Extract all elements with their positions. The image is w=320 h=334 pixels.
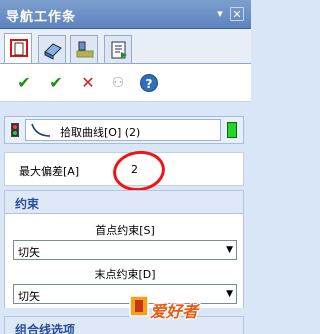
tab-tools[interactable]: [70, 35, 98, 63]
pin-button[interactable]: ▾: [213, 7, 227, 21]
end-constraint-value: 切矢: [18, 290, 40, 303]
cancel-x-icon[interactable]: ✕: [78, 73, 98, 93]
solid-icon: [44, 43, 62, 60]
pick-curve-row[interactable]: 拾取曲线[O] (2): [4, 116, 244, 144]
close-button[interactable]: ✕: [230, 7, 244, 21]
constraint-group-header[interactable]: 约束: [4, 190, 244, 214]
constraint-group-body: 首点约束[S] 切矢 ▼ 末点约束[D] 切矢 ▼: [4, 214, 244, 308]
max-deviation-label: 最大偏差[A]: [19, 165, 80, 178]
chevron-down-icon: ▼: [226, 289, 233, 299]
tools-icon: [76, 41, 94, 58]
help-icon[interactable]: ?: [140, 74, 158, 92]
constraint-group-title: 约束: [15, 197, 40, 211]
combine-options-title: 组合线选项: [15, 323, 76, 334]
end-constraint-select[interactable]: 切矢 ▼: [13, 284, 237, 304]
dimension-icon: [10, 39, 28, 57]
tab-solid[interactable]: [38, 35, 66, 63]
tab-dimension[interactable]: [4, 33, 32, 63]
window-title: 导航工作条: [6, 10, 77, 25]
chevron-down-icon: ▼: [226, 245, 233, 255]
start-constraint-label: 首点约束[S]: [95, 224, 155, 237]
end-constraint-label: 末点约束[D]: [94, 268, 156, 281]
action-toolbar: ✔ ✔ ✕ ⚇ ?: [0, 64, 251, 102]
start-constraint-value: 切矢: [18, 246, 40, 259]
export-icon: [111, 41, 127, 59]
selection-status-icon: [11, 123, 19, 137]
apply-check-icon[interactable]: ✔: [46, 73, 66, 93]
status-indicator: [227, 122, 237, 138]
start-constraint-select[interactable]: 切矢 ▼: [13, 240, 237, 260]
tab-export[interactable]: [104, 35, 132, 63]
max-deviation-input[interactable]: [117, 157, 237, 181]
title-bar: 导航工作条 ▾ ✕: [0, 0, 251, 29]
pick-curve-label: 拾取曲线[O] (2): [60, 126, 141, 139]
max-deviation-row: 最大偏差[A]: [4, 147, 244, 195]
preview-icon[interactable]: ⚇: [108, 73, 128, 93]
curve-icon: [31, 123, 51, 137]
ok-check-icon[interactable]: ✔: [14, 73, 34, 93]
tab-strip: [0, 29, 251, 64]
pick-curve-field[interactable]: 拾取曲线[O] (2): [25, 119, 221, 141]
combine-options-group-header[interactable]: 组合线选项: [4, 316, 244, 334]
